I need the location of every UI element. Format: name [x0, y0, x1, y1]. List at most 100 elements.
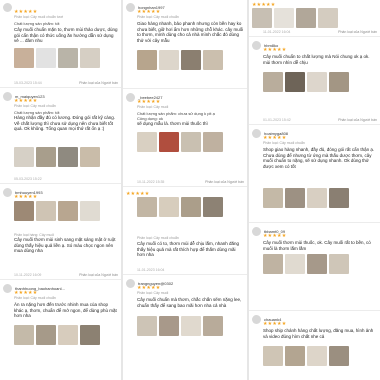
review-photo[interactable] [181, 50, 201, 70]
review-photo[interactable] [181, 316, 201, 336]
review-variant: Phân loại: Cây muối chuẩn [14, 296, 56, 300]
avatar [126, 93, 135, 102]
review-photo[interactable] [318, 8, 338, 28]
review-media [263, 188, 349, 208]
review-attribute: Chất lượng sản phẩm: tốt [14, 21, 60, 26]
review-photo[interactable] [137, 316, 157, 336]
avatar [252, 227, 261, 236]
review-photo[interactable] [285, 254, 305, 274]
review-photo[interactable] [329, 254, 349, 274]
review-photo[interactable] [36, 325, 56, 345]
review-variant: Phân loại: Cây muối [137, 291, 169, 295]
review-column-right: ★★★★★ 11-01-2022 16:04 Phân loại của Ngườ… [249, 0, 380, 380]
review-collage: ★★★★★ Phân loại: Cây muối chuẩn tươi Chấ… [0, 0, 380, 380]
review-photo[interactable] [307, 254, 327, 274]
review-photo[interactable] [252, 8, 272, 28]
review-text: Cây muối chuẩn mà thơm, chắc chắn sẽm nặ… [137, 297, 242, 308]
review-media [263, 254, 349, 274]
review-photo[interactable] [159, 197, 179, 217]
review-photo[interactable] [36, 201, 56, 221]
rating-stars: ★★★★★ [263, 233, 287, 239]
review-photo[interactable] [58, 201, 78, 221]
review-media [137, 132, 223, 152]
review-media [14, 201, 100, 221]
review-text: sẽ dụng mẫu là. thơm mùi thuốc thì [137, 121, 208, 126]
review-photo[interactable] [285, 72, 305, 92]
review-text: Cây muối chuẩn to chất lượng mà Nói chun… [263, 54, 370, 65]
review-card: hongnhan1997 ★★★★★ Phân loại: Cây muối c… [123, 0, 247, 89]
review-text: Hàng nhận đầy đủ có lương. Đóng gói rất … [14, 115, 116, 132]
review-date: 05-03-2023 15:22 [14, 177, 42, 181]
avatar [126, 3, 135, 12]
review-photo[interactable] [36, 147, 56, 167]
review-photo[interactable] [263, 188, 283, 208]
review-photo[interactable] [329, 346, 349, 366]
review-photo[interactable] [159, 50, 179, 70]
review-date: 10-11-2022 16:09 [14, 273, 42, 277]
review-card: ★★★★★ Phân loại: Cây muối chuẩn Cây muối… [123, 188, 247, 275]
review-photo[interactable] [203, 50, 223, 70]
review-card: hoaimyga808 ★★★★★ Phân loại: Cây muối ch… [249, 126, 380, 223]
avatar [3, 92, 12, 101]
avatar [3, 3, 12, 12]
review-photo[interactable] [137, 197, 157, 217]
review-photo[interactable] [80, 147, 100, 167]
seller-reply-link[interactable]: Phân loại của Người bán [338, 30, 377, 34]
review-photo[interactable] [80, 325, 100, 345]
seller-reply-link[interactable]: Phân loại của Người bán [79, 273, 118, 277]
review-media [263, 72, 349, 92]
review-photo[interactable] [14, 201, 34, 221]
seller-reply-link[interactable]: Phân loại của Người bán [205, 180, 244, 184]
review-card: ★★★★★ 11-01-2022 16:04 Phân loại của Ngườ… [249, 0, 380, 37]
avatar [3, 188, 12, 197]
review-media [14, 48, 100, 68]
review-photo[interactable] [80, 48, 100, 68]
review-photo[interactable] [14, 147, 34, 167]
review-text: Shop ship chánh hàng chất lượng, đăng mu… [263, 328, 374, 339]
review-photo[interactable] [14, 48, 34, 68]
review-photo[interactable] [274, 8, 294, 28]
review-photo[interactable] [137, 50, 157, 70]
review-photo[interactable] [285, 188, 305, 208]
review-photo[interactable] [137, 132, 157, 152]
review-text: Cây muối thơm mùi sinh sang mặt sáng mật… [14, 237, 116, 254]
review-photo[interactable] [307, 188, 327, 208]
seller-reply-link[interactable]: Phân loại của Người bán [79, 81, 118, 85]
rating-stars: ★★★★★ [263, 321, 287, 327]
review-card: bmhuuyen1993 ★★★★★ Phân loại hàng: Cây m… [0, 185, 121, 280]
review-text: Cây muối chuẩn mặn to, thơm mùi thảo dượ… [14, 27, 118, 44]
review-photo[interactable] [307, 72, 327, 92]
review-photo[interactable] [329, 72, 349, 92]
review-photo[interactable] [263, 72, 283, 92]
review-text: Shop giao hàng nhanh, đầy đủ, đóng gói r… [263, 147, 375, 169]
review-text: Ăn ra nặng hơn đến trước nhinh mua của s… [14, 302, 117, 319]
review-photo[interactable] [307, 346, 327, 366]
review-variant: Phân loại: Cây muối [137, 105, 169, 109]
review-photo[interactable] [263, 346, 283, 366]
review-photo[interactable] [58, 48, 78, 68]
review-card: tbbamt0_09 ★★★★★ Cây muối thơm mùi thuốc… [249, 224, 380, 311]
review-photo[interactable] [181, 197, 201, 217]
review-variant: Phân loại: Cây muối chuẩn [137, 236, 179, 240]
review-photo[interactable] [203, 316, 223, 336]
review-photo[interactable] [159, 132, 179, 152]
review-photo[interactable] [159, 316, 179, 336]
review-photo[interactable] [14, 325, 34, 345]
review-media [252, 8, 338, 28]
review-media [14, 147, 100, 167]
review-photo[interactable] [58, 147, 78, 167]
review-photo[interactable] [263, 254, 283, 274]
review-photo[interactable] [58, 325, 78, 345]
seller-reply-link[interactable]: Phân loại của Người bán [338, 118, 377, 122]
review-photo[interactable] [203, 197, 223, 217]
review-photo[interactable] [80, 201, 100, 221]
review-card: thanhhuong_baohanhoanl... ★★★★★ Phân loạ… [0, 281, 121, 380]
review-card: ★★★★★ Phân loại: Cây muối chuẩn tươi Chấ… [0, 0, 121, 88]
review-card: chauank4 ★★★★★ Shop ship chánh hàng chất… [249, 312, 380, 380]
review-photo[interactable] [36, 48, 56, 68]
review-photo[interactable] [203, 132, 223, 152]
review-photo[interactable] [181, 132, 201, 152]
review-photo[interactable] [285, 346, 305, 366]
review-photo[interactable] [296, 8, 316, 28]
review-photo[interactable] [329, 188, 349, 208]
